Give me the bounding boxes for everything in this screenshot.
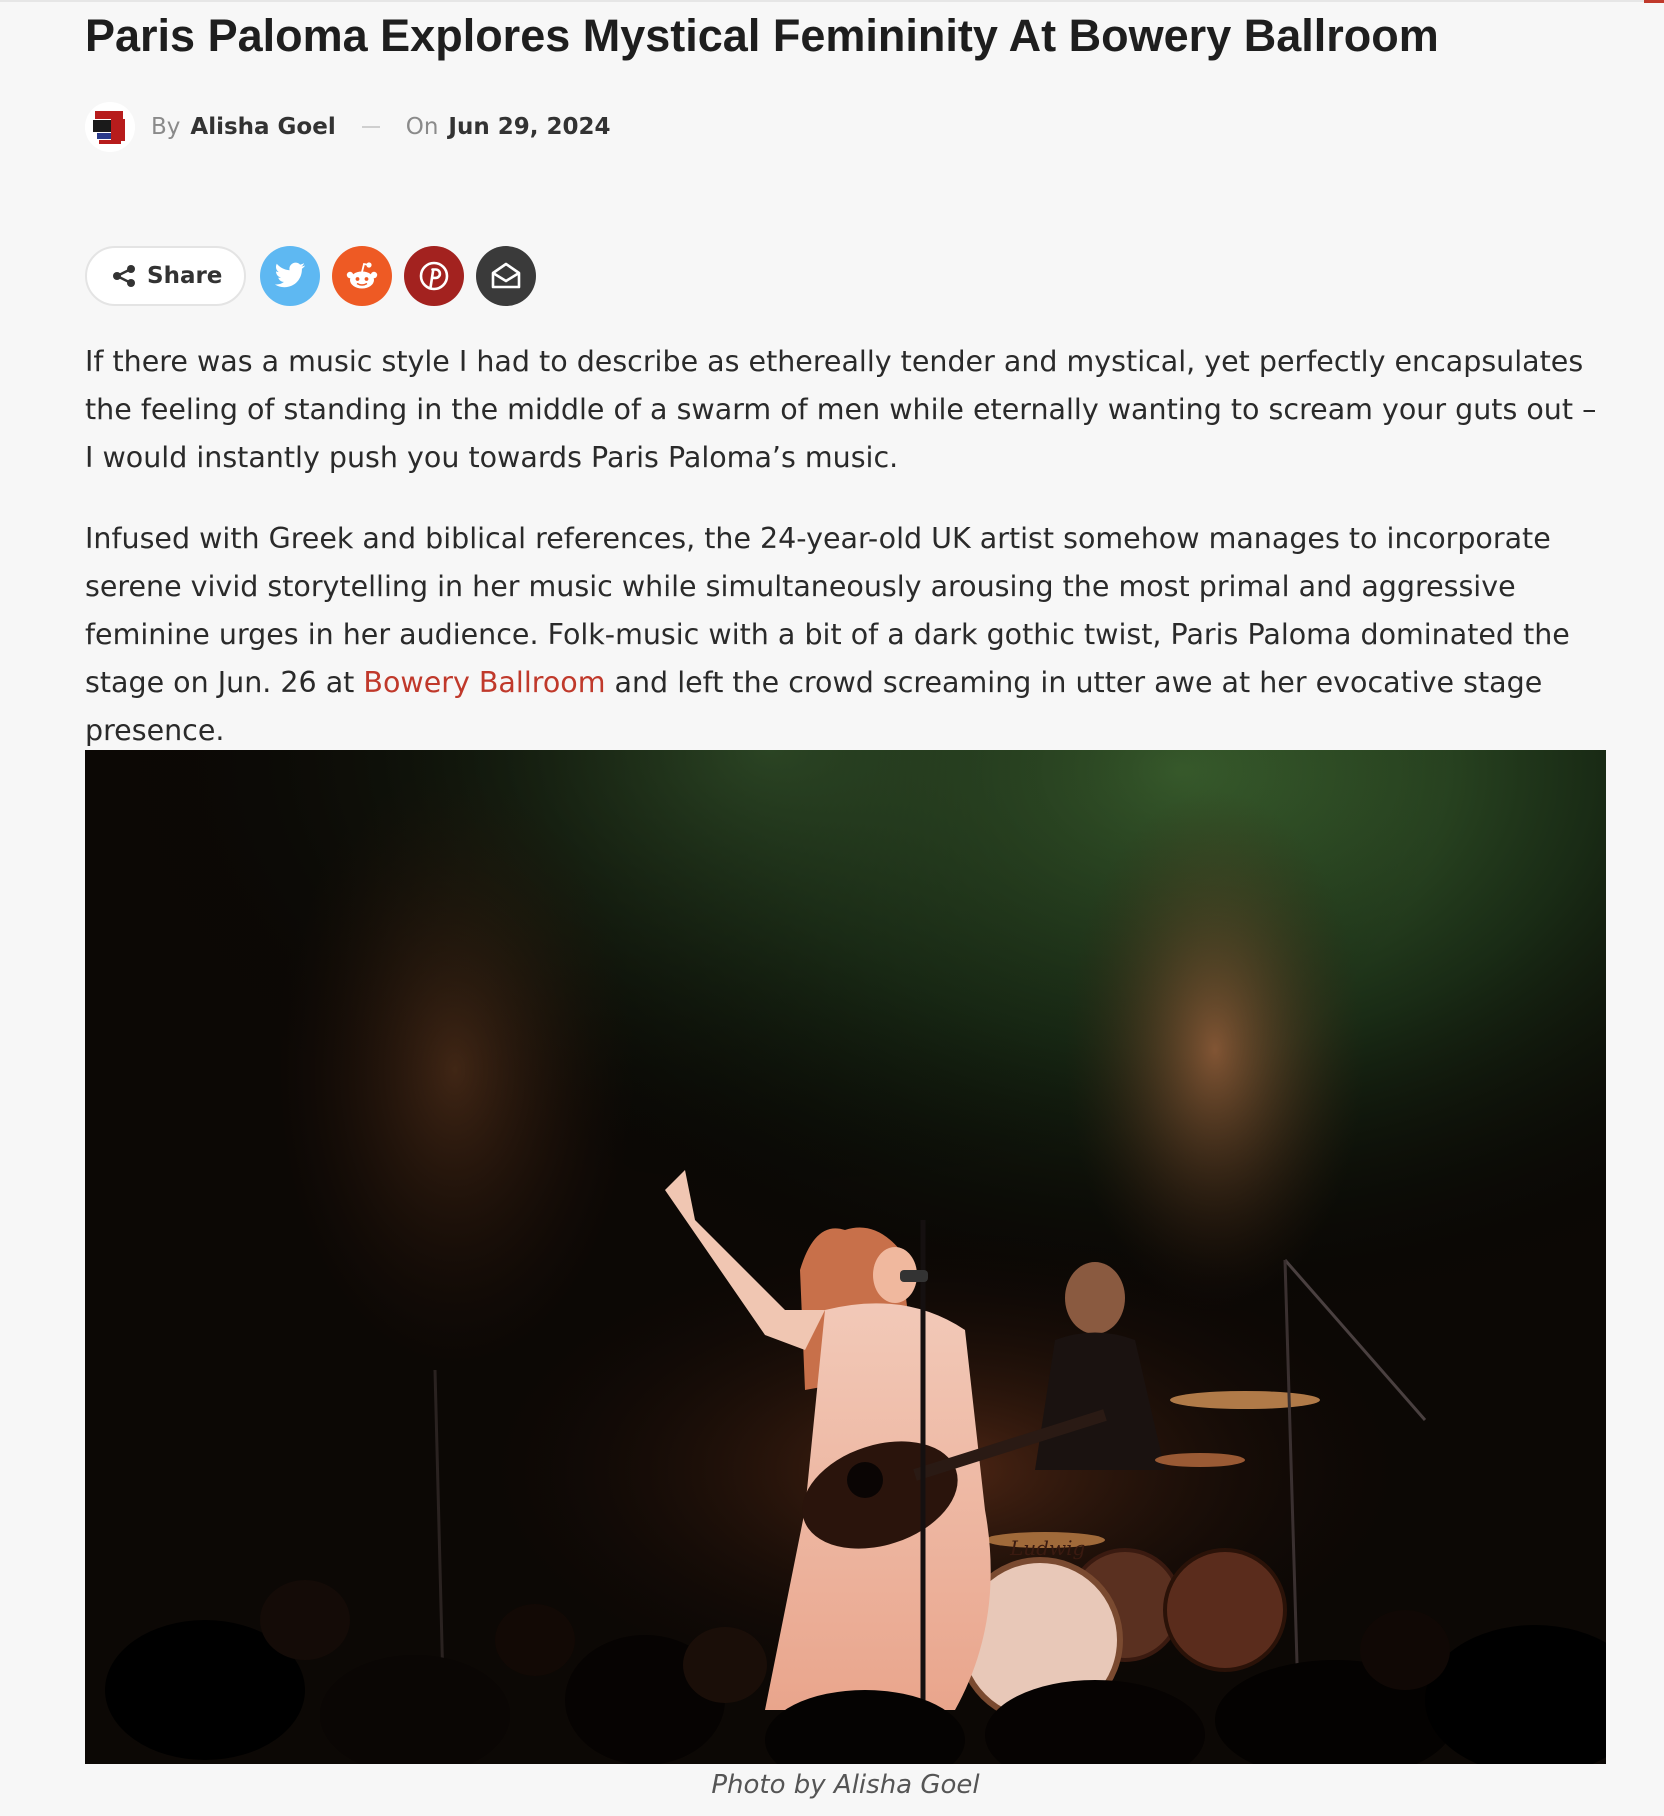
photo-caption: Photo by Alisha Goel: [711, 1770, 980, 1800]
twitter-bird-icon: [275, 262, 306, 288]
twitter-share-button[interactable]: [260, 246, 321, 306]
top-rule: [0, 0, 1664, 2]
pinterest-share-button[interactable]: [404, 246, 465, 306]
share-icon: [111, 263, 137, 289]
by-label: By: [151, 114, 181, 140]
concert-photo[interactable]: Ludwig: [85, 750, 1606, 1764]
share-button[interactable]: Share: [85, 246, 247, 306]
article-body: If there was a music style I had to desc…: [85, 338, 1605, 788]
publish-date: Jun 29, 2024: [448, 114, 611, 140]
concert-photo-image: Ludwig: [85, 750, 1606, 1764]
article-title: Paris Paloma Explores Mystical Femininit…: [85, 10, 1439, 61]
envelope-open-icon: [492, 262, 521, 289]
pinterest-p-icon: [420, 261, 449, 291]
author-avatar[interactable]: [85, 102, 135, 152]
article-paragraph-2: Infused with Greek and biblical referenc…: [85, 515, 1605, 755]
author-link[interactable]: Alisha Goel: [190, 114, 335, 140]
reddit-share-button[interactable]: [332, 246, 393, 306]
on-label: On: [405, 114, 439, 140]
bowery-ballroom-link[interactable]: Bowery Ballroom: [363, 666, 605, 699]
author-avatar-logo: [85, 102, 135, 152]
email-share-button[interactable]: [476, 246, 537, 306]
drum-brand-text: Ludwig: [1009, 1536, 1085, 1560]
article-paragraph-1: If there was a music style I had to desc…: [85, 345, 1597, 474]
share-label: Share: [147, 263, 223, 289]
article-meta: By Alisha Goel On Jun 29, 2024: [85, 102, 611, 152]
reddit-alien-icon: [347, 262, 378, 289]
share-bar: Share: [85, 244, 548, 308]
top-accent-bar: [1644, 0, 1664, 3]
meta-separator: [361, 126, 380, 128]
